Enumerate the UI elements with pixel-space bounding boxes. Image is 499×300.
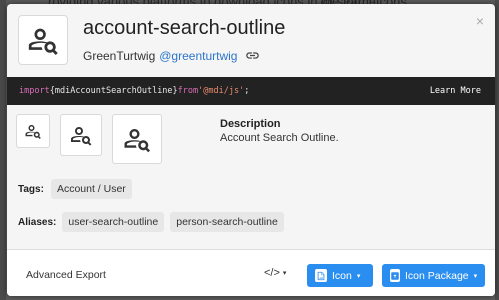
code-keyword-import: import [19, 86, 50, 96]
package-icon [390, 269, 400, 282]
account-search-outline-icon [124, 129, 150, 153]
author-row: GreenTurtwig @greenturtwig [83, 48, 260, 63]
learn-more-link[interactable]: Learn More [430, 86, 481, 96]
icon-preview-small [16, 114, 50, 148]
tags-row: Tags: Account / User [18, 179, 132, 199]
caret-down-icon: ▾ [473, 272, 478, 280]
code-module: '@mdi/js' [198, 86, 245, 96]
account-search-outline-icon [71, 127, 92, 146]
code-icon: </> [264, 267, 280, 279]
description-label: Description [220, 118, 281, 130]
icon-preview-medium [60, 114, 102, 156]
code-keyword-from: from [177, 86, 199, 96]
code-semicolon: ; [244, 86, 250, 96]
icon-preview-large [18, 15, 68, 65]
modal-header: account-search-outline GreenTurtwig @gre… [7, 4, 495, 76]
aliases-row: Aliases: user-search-outline person-sear… [18, 212, 284, 232]
alias-chip: person-search-outline [170, 212, 284, 232]
caret-down-icon: ▾ [282, 270, 287, 277]
link-icon[interactable] [245, 48, 260, 63]
author-name: GreenTurtwig [83, 48, 156, 63]
alias-chip: user-search-outline [62, 212, 165, 232]
tag-chip[interactable]: Account / User [50, 179, 132, 199]
icon-size-previews [16, 114, 162, 164]
backdrop-left [0, 0, 6, 300]
close-icon[interactable]: × [476, 13, 484, 29]
icon-download-button[interactable]: Icon ▾ [307, 264, 373, 287]
code-identifier: mdiAccountSearchOutline [54, 86, 173, 96]
description-text: Account Search Outline. [220, 132, 339, 144]
modal-footer: Advanced Export </> ▾ Icon ▾ Icon Packag… [7, 249, 495, 296]
icon-title: account-search-outline [83, 17, 286, 39]
account-search-outline-icon [25, 125, 41, 139]
icon-button-label: Icon [332, 269, 352, 282]
code-format-dropdown[interactable]: </> ▾ [264, 267, 286, 279]
advanced-export-link[interactable]: Advanced Export [26, 269, 106, 281]
package-button-label: Icon Package [405, 269, 469, 282]
backdrop-right [495, 0, 499, 300]
file-image-icon [315, 269, 327, 282]
aliases-label: Aliases: [18, 216, 57, 228]
icon-preview-large-size [112, 114, 162, 164]
icon-package-button[interactable]: Icon Package ▾ [382, 264, 485, 287]
author-handle-link[interactable]: @greenturtwig [159, 49, 237, 63]
account-search-outline-icon [28, 28, 58, 56]
caret-down-icon: ▾ [356, 272, 361, 280]
icon-detail-modal: account-search-outline GreenTurtwig @gre… [7, 4, 495, 296]
tags-label: Tags: [18, 183, 44, 195]
import-code-bar: import { mdiAccountSearchOutline } from … [7, 77, 495, 105]
